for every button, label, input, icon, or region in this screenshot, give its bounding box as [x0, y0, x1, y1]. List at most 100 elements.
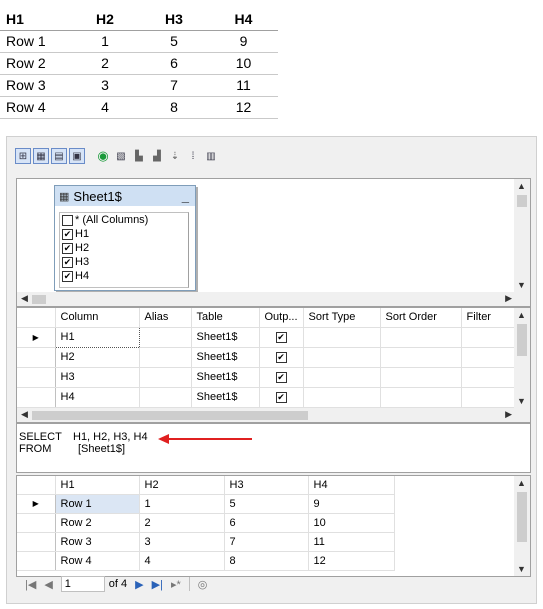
- scroll-right-icon[interactable]: ▶: [505, 293, 512, 304]
- run-icon[interactable]: ◉: [95, 148, 111, 164]
- results-cell[interactable]: Row 3: [55, 532, 140, 552]
- criteria-filter-cell[interactable]: [461, 327, 520, 348]
- criteria-row[interactable]: H2 Sheet1$ ✔: [17, 347, 520, 368]
- results-cell[interactable]: 2: [139, 513, 225, 533]
- diagram-horizontal-scrollbar[interactable]: ◀ ▶: [17, 292, 530, 306]
- group-by-icon[interactable]: ▙: [131, 148, 147, 164]
- checkbox-checked[interactable]: ✔: [62, 228, 73, 240]
- criteria-alias-cell[interactable]: [139, 347, 192, 368]
- results-cell[interactable]: 12: [308, 551, 395, 571]
- criteria-sort-order-cell[interactable]: [380, 387, 462, 408]
- criteria-column-cell[interactable]: H3: [55, 367, 140, 388]
- row-header[interactable]: [17, 347, 56, 368]
- results-cell[interactable]: Row 2: [55, 513, 140, 533]
- scroll-thumb[interactable]: [517, 492, 527, 542]
- column-item-all[interactable]: * (All Columns): [60, 213, 188, 227]
- criteria-column-cell[interactable]: H2: [55, 347, 140, 368]
- checkbox[interactable]: [62, 214, 73, 226]
- criteria-table-cell[interactable]: Sheet1$: [191, 367, 260, 388]
- results-pane-icon[interactable]: ▣: [69, 148, 85, 164]
- criteria-header-cell[interactable]: Sort Type: [303, 308, 381, 328]
- results-row[interactable]: Row 2 2 6 10: [17, 513, 395, 533]
- criteria-sort-order-cell[interactable]: [380, 327, 462, 348]
- new-record-icon[interactable]: ▸*: [171, 578, 181, 591]
- criteria-column-cell[interactable]: H1: [54, 326, 140, 348]
- criteria-row[interactable]: ▶ H1 Sheet1$ ✔: [17, 326, 520, 348]
- criteria-filter-cell[interactable]: [461, 387, 520, 408]
- scroll-left-icon[interactable]: ◀: [21, 409, 28, 420]
- criteria-alias-cell[interactable]: [139, 327, 192, 348]
- previous-record-icon[interactable]: ◀: [44, 578, 52, 591]
- criteria-header-cell[interactable]: Filter: [461, 308, 520, 328]
- results-row[interactable]: ▶ Row 1 1 5 9: [17, 494, 395, 514]
- results-cell[interactable]: 7: [224, 532, 309, 552]
- scroll-thumb[interactable]: [517, 324, 527, 356]
- criteria-horizontal-scrollbar[interactable]: ◀ ▶: [17, 408, 530, 422]
- output-checkbox[interactable]: ✔: [275, 392, 287, 403]
- results-cell[interactable]: 4: [139, 551, 225, 571]
- scroll-thumb[interactable]: [32, 295, 46, 304]
- scroll-up-icon[interactable]: ▲: [517, 478, 526, 488]
- column-item-h3[interactable]: ✔ H3: [60, 255, 188, 269]
- scroll-thumb[interactable]: [32, 411, 308, 420]
- row-header[interactable]: [17, 367, 56, 388]
- criteria-row[interactable]: H4 Sheet1$ ✔: [17, 387, 520, 408]
- column-item-h4[interactable]: ✔ H4: [60, 269, 188, 283]
- minimize-icon[interactable]: _: [182, 189, 189, 204]
- criteria-column-cell[interactable]: H4: [55, 387, 140, 408]
- results-vertical-scrollbar[interactable]: ▲ ▼: [514, 476, 530, 576]
- row-header[interactable]: [17, 387, 56, 408]
- checkbox-checked[interactable]: ✔: [62, 270, 73, 282]
- last-record-icon[interactable]: ▶|: [152, 578, 163, 591]
- results-header-cell[interactable]: H1: [55, 476, 140, 495]
- scroll-down-icon[interactable]: ▼: [517, 396, 526, 406]
- next-record-icon[interactable]: ▶: [135, 578, 143, 591]
- output-checkbox[interactable]: ✔: [275, 372, 287, 383]
- scroll-up-icon[interactable]: ▲: [517, 181, 526, 191]
- criteria-sort-order-cell[interactable]: [380, 367, 462, 388]
- current-row-indicator-icon[interactable]: ▶: [17, 327, 56, 348]
- diagram-vertical-scrollbar[interactable]: ▲ ▼: [514, 179, 530, 292]
- scroll-down-icon[interactable]: ▼: [517, 280, 526, 290]
- criteria-output-cell[interactable]: ✔: [259, 347, 304, 368]
- verify-sql-icon[interactable]: ▧: [113, 148, 129, 164]
- row-header[interactable]: [17, 532, 56, 552]
- criteria-sort-type-cell[interactable]: [303, 387, 381, 408]
- results-cell[interactable]: 8: [224, 551, 309, 571]
- criteria-header-cell[interactable]: Outp...: [259, 308, 304, 328]
- results-row[interactable]: Row 3 3 7 11: [17, 532, 395, 552]
- criteria-output-cell[interactable]: ✔: [259, 367, 304, 388]
- current-page-input[interactable]: 1: [60, 576, 105, 592]
- criteria-sort-order-cell[interactable]: [380, 347, 462, 368]
- current-row-indicator-icon[interactable]: ▶: [17, 494, 56, 514]
- criteria-output-cell[interactable]: ✔: [259, 327, 304, 348]
- scroll-right-icon[interactable]: ▶: [505, 409, 512, 420]
- results-header-cell[interactable]: H2: [139, 476, 225, 495]
- sql-pane-icon[interactable]: ▤: [51, 148, 67, 164]
- criteria-header-cell[interactable]: Column: [55, 308, 140, 328]
- output-checkbox[interactable]: ✔: [275, 332, 287, 343]
- results-cell[interactable]: Row 1: [55, 494, 140, 514]
- column-item-h2[interactable]: ✔ H2: [60, 241, 188, 255]
- sort-descending-icon[interactable]: ⇣: [167, 148, 183, 164]
- criteria-alias-cell[interactable]: [139, 387, 192, 408]
- criteria-header-cell[interactable]: Alias: [139, 308, 192, 328]
- results-cell[interactable]: Row 4: [55, 551, 140, 571]
- results-cell[interactable]: 6: [224, 513, 309, 533]
- add-table-icon[interactable]: ▥: [203, 148, 219, 164]
- checkbox-checked[interactable]: ✔: [62, 256, 73, 268]
- results-header-cell[interactable]: H3: [224, 476, 309, 495]
- output-checkbox[interactable]: ✔: [275, 352, 287, 363]
- row-header[interactable]: [17, 513, 56, 533]
- criteria-output-cell[interactable]: ✔: [259, 387, 304, 408]
- sql-pane[interactable]: SELECT H1, H2, H3, H4 FROM [Sheet1$]: [16, 423, 531, 473]
- checkbox-checked[interactable]: ✔: [62, 242, 73, 254]
- results-header-cell[interactable]: H4: [308, 476, 395, 495]
- criteria-sort-type-cell[interactable]: [303, 327, 381, 348]
- scroll-left-icon[interactable]: ◀: [21, 293, 28, 304]
- diagram-pane-icon[interactable]: ⊞: [15, 148, 31, 164]
- criteria-table-cell[interactable]: Sheet1$: [191, 347, 260, 368]
- table-header[interactable]: ▦ Sheet1$ _: [55, 186, 195, 206]
- criteria-filter-cell[interactable]: [461, 367, 520, 388]
- criteria-row[interactable]: H3 Sheet1$ ✔: [17, 367, 520, 388]
